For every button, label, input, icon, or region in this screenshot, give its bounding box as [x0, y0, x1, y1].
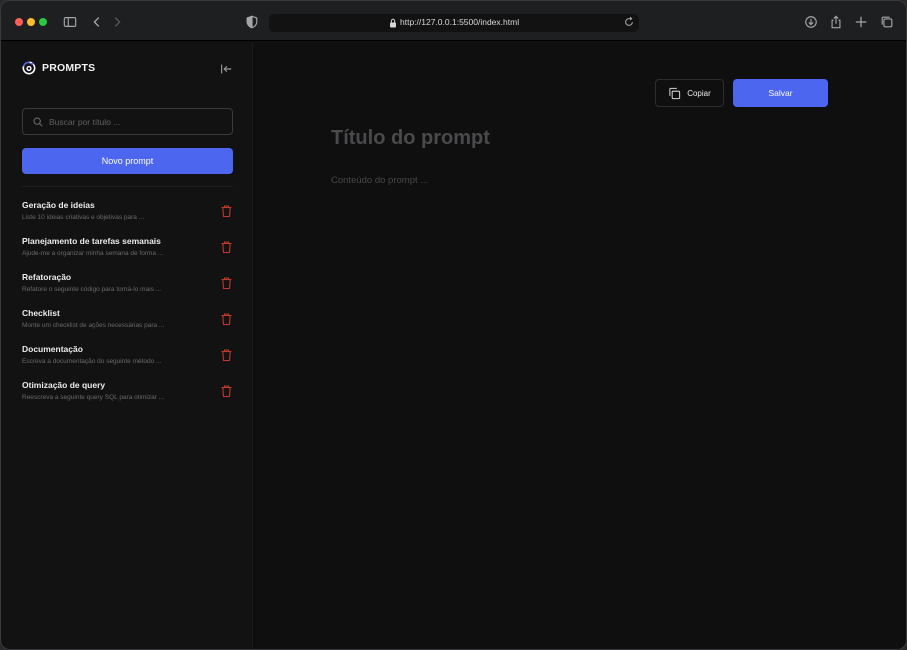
list-item-title: Geração de ideias — [22, 200, 95, 210]
list-item-description: Monte um checklist de ações necessárias … — [22, 322, 165, 329]
prompt-content-input[interactable] — [331, 175, 811, 235]
collapse-sidebar-icon[interactable] — [219, 62, 233, 76]
forward-icon[interactable] — [109, 14, 125, 30]
browser-toolbar: http://127.0.0.1:5500/index.html — [1, 1, 906, 41]
list-item[interactable]: Planejamento de tarefas semanais Ajude-m… — [1, 235, 253, 271]
list-item[interactable]: Checklist Monte um checklist de ações ne… — [1, 307, 253, 343]
trash-icon[interactable] — [221, 349, 232, 361]
trash-icon[interactable] — [221, 313, 232, 325]
reload-icon[interactable] — [623, 16, 635, 28]
trash-icon[interactable] — [221, 205, 232, 217]
search-input[interactable] — [49, 116, 219, 127]
list-item-title: Otimização de query — [22, 380, 106, 390]
list-item[interactable]: Otimização de query Reescreva a seguinte… — [1, 379, 253, 415]
tab-overview-icon[interactable] — [879, 14, 895, 30]
brand-name: PROMPTS — [42, 62, 96, 74]
list-item-description: Reescreva a seguinte query SQL para otim… — [22, 394, 165, 401]
lock-icon — [390, 18, 396, 28]
address-url: http://127.0.0.1:5500/index.html — [400, 17, 520, 27]
browser-window: http://127.0.0.1:5500/index.html PROMPTS — [0, 0, 907, 650]
share-icon[interactable] — [828, 14, 844, 30]
zoom-window-button[interactable] — [39, 18, 47, 26]
list-item-title: Documentação — [22, 344, 83, 354]
trash-icon[interactable] — [221, 385, 232, 397]
sidebar-toggle-icon[interactable] — [62, 14, 78, 30]
sidebar: PROMPTS Novo prompt Geração de ideias Li… — [1, 42, 253, 649]
copy-icon — [669, 87, 681, 99]
list-item-description: Refatore o seguinte código para torná-lo… — [22, 286, 162, 293]
editor: Copiar Salvar — [254, 42, 906, 649]
list-item-description: Ajude-me a organizar minha semana de for… — [22, 250, 164, 257]
sidebar-divider — [22, 186, 233, 187]
list-item-title: Planejamento de tarefas semanais — [22, 236, 161, 246]
save-button[interactable]: Salvar — [733, 79, 828, 107]
copy-button-label: Copiar — [687, 88, 711, 98]
copy-button[interactable]: Copiar — [655, 79, 724, 107]
prompt-title-input[interactable] — [331, 127, 811, 150]
list-item-title: Checklist — [22, 308, 60, 318]
list-item-description: Escreva a documentação do seguinte métod… — [22, 358, 162, 365]
logo-icon — [22, 61, 36, 75]
list-item[interactable]: Geração de ideias Liste 10 ideias criati… — [1, 199, 253, 235]
search-icon — [33, 117, 43, 127]
list-item-title: Refatoração — [22, 272, 72, 282]
minimize-window-button[interactable] — [27, 18, 35, 26]
new-tab-icon[interactable] — [853, 14, 869, 30]
privacy-shield-icon[interactable] — [244, 14, 260, 30]
list-item[interactable]: Refatoração Refatore o seguinte código p… — [1, 271, 253, 307]
address-bar[interactable]: http://127.0.0.1:5500/index.html — [269, 14, 639, 32]
back-icon[interactable] — [89, 14, 105, 30]
new-prompt-button[interactable]: Novo prompt — [22, 148, 233, 174]
list-item[interactable]: Documentação Escreva a documentação do s… — [1, 343, 253, 379]
prompt-list: Geração de ideias Liste 10 ideias criati… — [1, 199, 253, 415]
search-box[interactable] — [22, 108, 233, 135]
list-item-description: Liste 10 ideias criativas e objetivas pa… — [22, 214, 145, 221]
close-window-button[interactable] — [15, 18, 23, 26]
brand: PROMPTS — [22, 61, 95, 75]
trash-icon[interactable] — [221, 277, 232, 289]
downloads-icon[interactable] — [803, 14, 819, 30]
trash-icon[interactable] — [221, 241, 232, 253]
